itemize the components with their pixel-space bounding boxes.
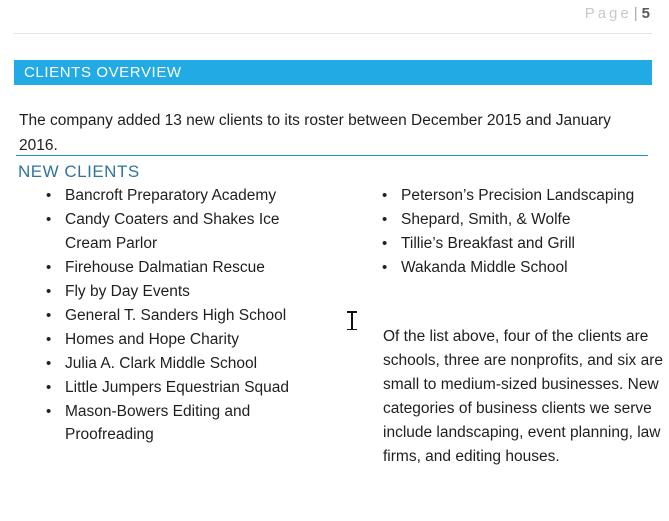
subsection-rule: [16, 155, 648, 156]
list-item: • General T. Sanders High School: [30, 304, 330, 328]
page-number: 5: [641, 5, 650, 22]
list-item: • Fly by Day Events: [30, 280, 330, 304]
cursor-cap-top: [347, 311, 357, 313]
bullet-icon: •: [46, 330, 52, 348]
cursor-stem: [351, 311, 353, 330]
client-column-right: • Peterson’s Precision Landscaping • She…: [366, 184, 656, 280]
bullet-icon: •: [46, 187, 52, 204]
bullet-icon: •: [46, 402, 52, 420]
list-item: • Bancroft Preparatory Academy: [30, 184, 330, 208]
list-item: • Firehouse Dalmatian Rescue: [30, 256, 330, 280]
list-item: • Mason-Bowers Editing and Proofreading: [30, 400, 330, 447]
list-item: • Julia A. Clark Middle School: [30, 352, 330, 376]
bullet-icon: •: [382, 259, 388, 276]
bullet-icon: •: [46, 211, 52, 228]
list-item: • Tillie’s Breakfast and Grill: [366, 232, 656, 256]
list-item: • Candy Coaters and Shakes Ice Cream Par…: [30, 208, 330, 255]
client-list-right: • Peterson’s Precision Landscaping • She…: [366, 184, 656, 280]
list-item-label: Julia A. Clark Middle School: [65, 354, 258, 372]
list-item-label: Wakanda Middle School: [401, 259, 568, 276]
page-number-group: Page | 5: [585, 5, 650, 22]
bullet-icon: •: [382, 235, 388, 252]
client-column-left: • Bancroft Preparatory Academy • Candy C…: [30, 184, 330, 447]
bullet-icon: •: [46, 378, 52, 396]
summary-paragraph: Of the list above, four of the clients a…: [383, 327, 664, 465]
list-item-label: Tillie’s Breakfast and Grill: [401, 235, 576, 252]
section-banner-title: CLIENTS OVERVIEW: [24, 64, 182, 81]
list-item: • Shepard, Smith, & Wolfe: [366, 208, 656, 232]
list-item-label: Fly by Day Events: [65, 282, 190, 300]
client-list-left: • Bancroft Preparatory Academy • Candy C…: [30, 184, 330, 447]
bullet-icon: •: [46, 354, 52, 372]
list-item: • Peterson’s Precision Landscaping: [366, 184, 656, 208]
bullet-icon: •: [382, 187, 388, 204]
subsection-title: NEW CLIENTS: [18, 162, 140, 181]
list-item-label: General T. Sanders High School: [65, 306, 287, 324]
bullet-icon: •: [382, 211, 388, 228]
list-item: • Homes and Hope Charity: [30, 328, 330, 352]
page-separator: |: [633, 5, 638, 22]
list-item-label: Little Jumpers Equestrian Squad: [65, 378, 290, 396]
list-item-label: Candy Coaters and Shakes Ice Cream Parlo…: [65, 211, 280, 252]
list-item-label: Firehouse Dalmatian Rescue: [65, 258, 265, 276]
list-item-label: Mason-Bowers Editing and Proofreading: [65, 402, 251, 444]
list-item: • Wakanda Middle School: [366, 256, 656, 280]
section-banner: CLIENTS OVERVIEW: [14, 60, 652, 85]
text-cursor-icon: [347, 311, 358, 330]
bullet-icon: •: [46, 258, 52, 276]
bullet-icon: •: [46, 282, 52, 300]
cursor-cap-bottom: [347, 328, 357, 330]
intro-paragraph: The company added 13 new clients to its …: [19, 111, 611, 154]
bullet-icon: •: [46, 306, 52, 324]
page-label: Page: [584, 5, 632, 22]
list-item-label: Shepard, Smith, & Wolfe: [401, 211, 571, 228]
page-header: Page | 5: [14, 0, 652, 34]
list-item-label: Homes and Hope Charity: [65, 330, 240, 348]
list-item-label: Bancroft Preparatory Academy: [65, 187, 277, 204]
list-item-label: Peterson’s Precision Landscaping: [401, 187, 635, 204]
list-item: • Little Jumpers Equestrian Squad: [30, 376, 330, 400]
